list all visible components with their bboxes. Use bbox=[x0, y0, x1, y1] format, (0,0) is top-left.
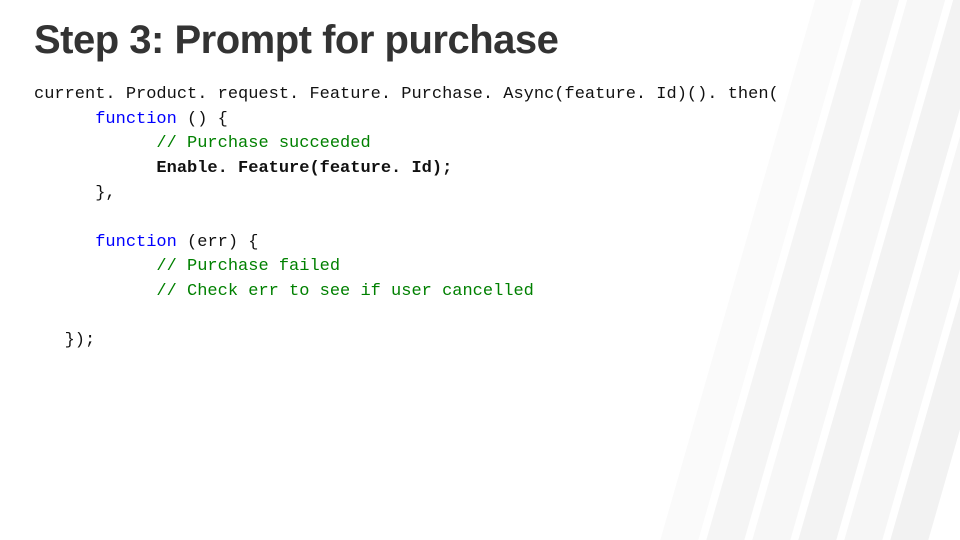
err-param: err bbox=[197, 233, 228, 252]
keyword-function-2: function bbox=[95, 233, 177, 252]
keyword-function-1: function bbox=[95, 110, 177, 129]
comment-failed: // Purchase failed bbox=[156, 257, 340, 276]
comment-check-err: // Check err to see if user cancelled bbox=[156, 282, 533, 301]
close-brace-end: }); bbox=[65, 331, 96, 350]
close-brace-1: }, bbox=[95, 184, 115, 203]
comment-success: // Purchase succeeded bbox=[156, 134, 370, 153]
enable-feature-call: Enable. Feature(feature. Id); bbox=[156, 159, 452, 178]
code-block: current. Product. request. Feature. Purc… bbox=[34, 83, 926, 354]
slide-content: Step 3: Prompt for purchase current. Pro… bbox=[0, 0, 960, 372]
slide-title: Step 3: Prompt for purchase bbox=[34, 18, 926, 63]
code-line-1: current. Product. request. Feature. Purc… bbox=[34, 85, 779, 104]
